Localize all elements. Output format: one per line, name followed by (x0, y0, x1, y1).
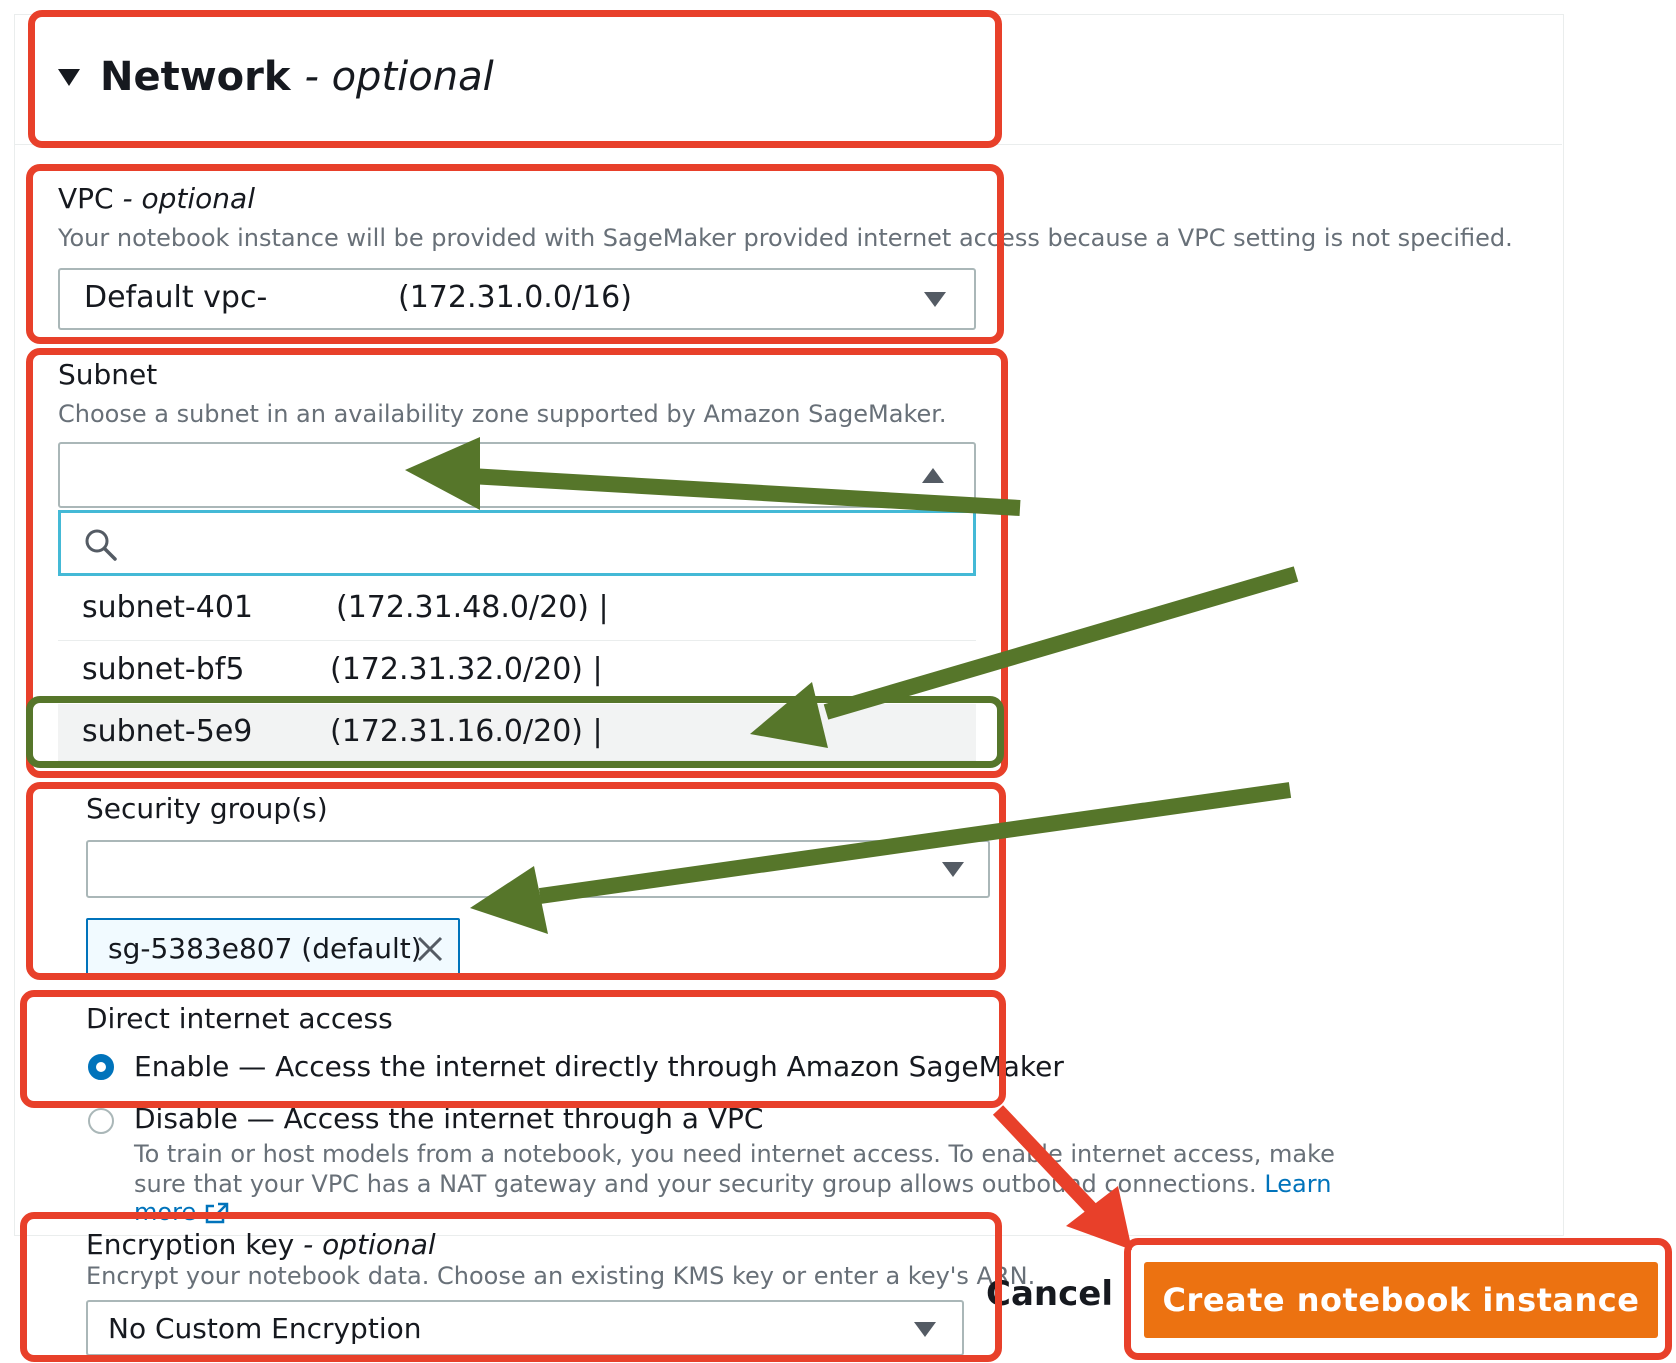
green-arrow-search (405, 437, 1021, 516)
annotation-arrows (405, 437, 1299, 1250)
red-arrow-create (992, 1105, 1132, 1250)
green-arrow-security-group (470, 782, 1292, 934)
green-arrow-subnet-option (750, 566, 1299, 748)
